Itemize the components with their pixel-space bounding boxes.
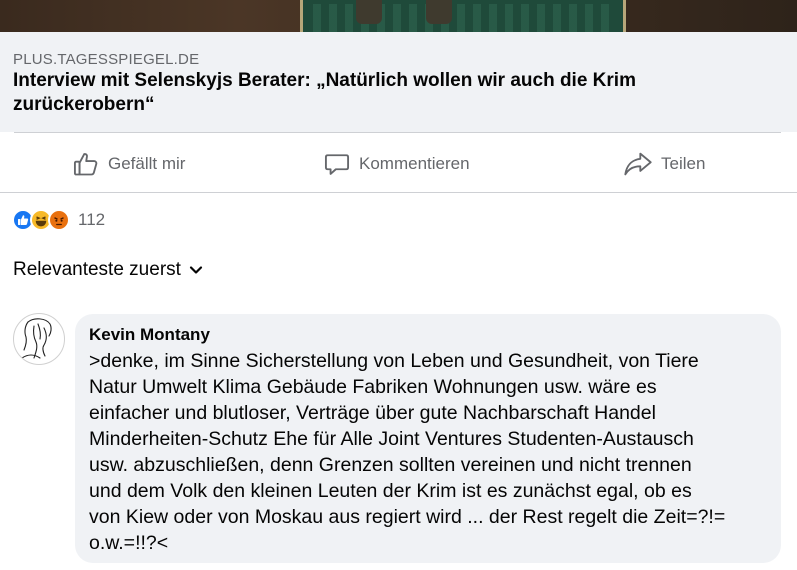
boot-left <box>356 0 382 24</box>
like-button[interactable]: Gefällt mir <box>72 136 185 192</box>
comment-text: >denke, im Sinne Sicherstellung von Lebe… <box>89 350 726 554</box>
comment-button[interactable]: Kommentieren <box>323 136 470 192</box>
comment-sort-dropdown[interactable]: Relevanteste zuerst <box>13 259 203 281</box>
share-button[interactable]: Teilen <box>623 136 705 192</box>
boot-right <box>426 0 452 24</box>
avatar[interactable] <box>13 313 65 365</box>
comment-author[interactable]: Kevin Montany <box>89 325 210 345</box>
divider <box>0 192 797 193</box>
link-domain: PLUS.TAGESSPIEGEL.DE <box>13 51 200 68</box>
comment-label: Kommentieren <box>359 154 470 173</box>
share-arrow-icon <box>623 150 653 178</box>
comment-bubble: Kevin Montany >denke, im Sinne Sicherste… <box>75 314 781 563</box>
reaction-summary[interactable]: 112 <box>12 208 105 232</box>
link-preview[interactable]: PLUS.TAGESSPIEGEL.DE Interview mit Selen… <box>0 32 797 132</box>
reaction-count: 112 <box>78 210 106 229</box>
chevron-down-icon <box>189 259 203 281</box>
thumbs-up-icon <box>72 150 100 178</box>
action-bar: Gefällt mir Kommentieren Teilen <box>0 136 797 192</box>
angry-icon <box>48 209 70 231</box>
divider <box>14 132 781 133</box>
link-headline[interactable]: Interview mit Selenskyjs Berater: „Natür… <box>13 69 773 117</box>
like-label: Gefällt mir <box>108 154 186 173</box>
sort-label: Relevanteste zuerst <box>13 259 181 280</box>
share-label: Teilen <box>661 154 706 173</box>
speech-bubble-icon <box>323 150 351 178</box>
carpet <box>300 0 626 32</box>
link-preview-image[interactable] <box>0 0 797 32</box>
